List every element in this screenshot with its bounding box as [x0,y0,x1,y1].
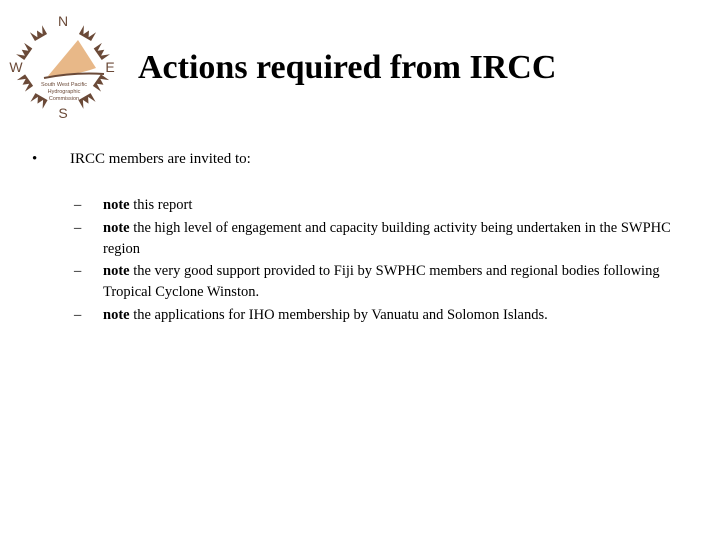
item-keyword: note [103,306,130,323]
sail-icon [48,40,96,76]
item-text: this report [129,197,193,213]
list-item: – note the very good support provided to… [74,261,694,303]
item-keyword: note [103,219,130,236]
list-item: – note this report [74,195,694,216]
swphc-logo: N S W E South West Pacific Hydrographic … [4,6,122,124]
item-text: the very good support provided to Fiji b… [103,263,660,300]
compass-e: E [105,59,114,75]
item-keyword: note [103,197,130,213]
compass-n: N [58,13,68,29]
logo-text-line: South West Pacific [41,82,87,88]
dash-icon: – [74,197,82,213]
dash-icon: – [74,306,82,323]
slide-title: Actions required from IRCC [138,49,557,86]
intro-text: IRCC members are invited to: [70,151,251,167]
action-list: – note this report – note the high level… [74,195,694,327]
dash-icon: – [74,219,82,236]
item-text: the applications for IHO membership by V… [129,306,548,323]
logo-text-line: Hydrographic [48,89,81,95]
logo-text-line: Commission [49,96,79,102]
dash-icon: – [74,263,82,279]
compass-w: W [9,59,23,75]
bullet-icon: • [32,151,38,167]
compass-logo-icon: N S W E South West Pacific Hydrographic … [9,13,114,121]
item-text: the high level of engagement and capacit… [103,219,671,257]
compass-s: S [58,105,67,121]
list-item: – note the high level of engagement and … [74,218,694,260]
list-item: – note the applications for IHO membersh… [74,305,694,326]
item-keyword: note [103,263,130,279]
